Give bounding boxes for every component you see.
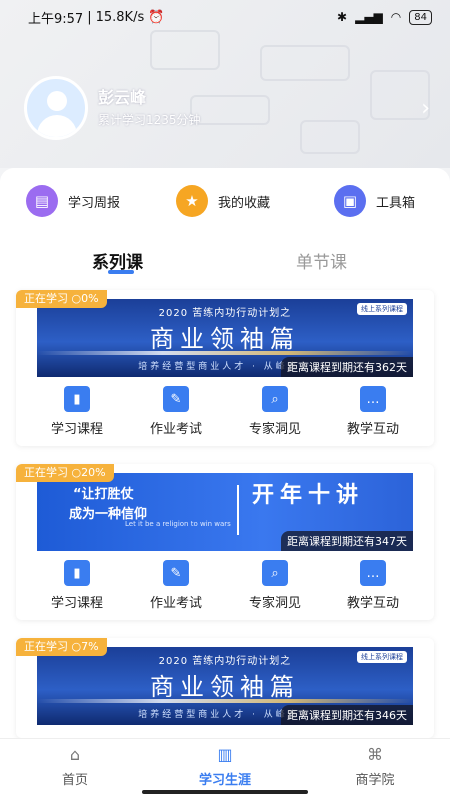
- action-label: 作业考试: [149, 422, 202, 437]
- edit-icon: ✎: [163, 560, 189, 586]
- report-icon: ▤: [26, 185, 58, 217]
- progress-icon: ○: [71, 640, 82, 653]
- action-label: 专家洞见: [248, 596, 301, 611]
- action-label: 专家洞见: [248, 422, 301, 437]
- avatar-body: [37, 115, 77, 137]
- alarm-icon: ⏰: [148, 9, 165, 25]
- chat-icon: …: [360, 386, 386, 412]
- action-label: 教学互动: [346, 422, 399, 437]
- expert-insight-button[interactable]: ⌕ 专家洞见: [230, 560, 320, 611]
- star-icon: ★: [176, 185, 208, 217]
- progress-icon: ○: [71, 466, 82, 479]
- badge-progress: 20%: [81, 466, 106, 479]
- book-icon: ▮: [64, 560, 90, 586]
- banner-light-streak: [37, 699, 413, 703]
- expiry-label: 距离课程到期还有346天: [281, 705, 413, 725]
- toolbox-label: 工具箱: [376, 195, 416, 211]
- teaching-interaction-button[interactable]: … 教学互动: [328, 386, 418, 437]
- avatar[interactable]: [24, 76, 88, 140]
- action-label: 作业考试: [149, 596, 202, 611]
- banner-headline: 商业领袖篇: [150, 325, 300, 353]
- quick-actions: ▤ 学习周报 ★ 我的收藏 ▣ 工具箱: [0, 185, 450, 221]
- banner-slogan-english: Let it be a religion to win wars: [125, 520, 231, 528]
- nav-home[interactable]: ⌂ 首页: [30, 745, 120, 788]
- nav-label: 商学院: [355, 773, 395, 788]
- expert-insight-button[interactable]: ⌕ 专家洞见: [230, 386, 320, 437]
- study-course-button[interactable]: ▮ 学习课程: [32, 560, 122, 611]
- expiry-label: 距离课程到期还有347天: [281, 531, 413, 551]
- search-doc-icon: ⌕: [262, 386, 288, 412]
- decor-shape: [260, 45, 350, 81]
- banner-headline: 开年十讲: [252, 483, 365, 508]
- book-icon: ▮: [64, 386, 90, 412]
- avatar-head: [47, 91, 67, 111]
- progress-icon: ○: [71, 292, 82, 305]
- toolbox-icon: ▣: [334, 185, 366, 217]
- weekly-report-button[interactable]: ▤ 学习周报: [26, 185, 120, 217]
- action-label: 学习课程: [50, 422, 103, 437]
- school-icon: ⌘: [367, 745, 383, 764]
- nav-business-school[interactable]: ⌘ 商学院: [330, 745, 420, 788]
- user-name[interactable]: 彭云峰: [98, 84, 146, 108]
- banner-divider: [237, 485, 239, 535]
- action-label: 学习课程: [50, 596, 103, 611]
- decor-shape: [150, 30, 220, 70]
- study-course-button[interactable]: ▮ 学习课程: [32, 386, 122, 437]
- badge-label: 正在学习: [24, 640, 68, 653]
- expiry-label: 距离课程到期还有362天: [281, 357, 413, 377]
- home-indicator[interactable]: [142, 790, 308, 794]
- course-card[interactable]: 正在学习 ○7% 线上系列课程 2020 苦练内功行动计划之 商业领袖篇 培养经…: [16, 638, 434, 738]
- weekly-report-label: 学习周报: [68, 195, 121, 211]
- badge-label: 正在学习: [24, 292, 68, 305]
- status-separator: |: [87, 9, 92, 25]
- status-time: 上午9:57: [28, 11, 84, 27]
- bluetooth-icon: ✱: [337, 10, 348, 24]
- signal-icon: ▂▄▆: [355, 10, 383, 24]
- homework-exam-button[interactable]: ✎ 作业考试: [131, 560, 221, 611]
- edit-icon: ✎: [163, 386, 189, 412]
- course-card[interactable]: 正在学习 ○0% 线上系列课程 2020 苦练内功行动计划之 商业领袖篇 培养经…: [16, 290, 434, 446]
- homework-exam-button[interactable]: ✎ 作业考试: [131, 386, 221, 437]
- course-tabs: 系列课 单节课: [0, 248, 450, 278]
- favorites-button[interactable]: ★ 我的收藏: [176, 185, 270, 217]
- tab-single-course[interactable]: 单节课: [296, 248, 347, 273]
- banner-headline: 商业领袖篇: [150, 673, 300, 701]
- teaching-interaction-button[interactable]: … 教学互动: [328, 560, 418, 611]
- chevron-right-icon[interactable]: ›: [421, 96, 430, 121]
- battery-indicator: 84: [409, 9, 432, 25]
- nav-label: 首页: [61, 773, 88, 788]
- banner-light-streak: [37, 351, 413, 355]
- nav-study-career[interactable]: ▥ 学习生涯: [180, 745, 270, 788]
- course-banner[interactable]: 线上系列课程 2020 苦练内功行动计划之 商业领袖篇 培养经营型商业人才 · …: [37, 299, 413, 377]
- status-bar: 上午9:57 | 15.8K/s ⏰ ✱ ▂▄▆ ◠ 84: [28, 6, 432, 28]
- decor-shape: [190, 95, 270, 125]
- status-badge: 正在学习 ○7%: [16, 638, 107, 656]
- home-icon: ⌂: [69, 745, 81, 764]
- search-doc-icon: ⌕: [262, 560, 288, 586]
- tab-indicator: [108, 270, 134, 274]
- nav-label: 学习生涯: [198, 773, 251, 788]
- status-badge: 正在学习 ○20%: [16, 464, 114, 482]
- favorites-label: 我的收藏: [218, 195, 271, 211]
- wifi-icon: ◠: [390, 10, 402, 24]
- badge-progress: 7%: [81, 640, 99, 653]
- decor-shape: [300, 120, 360, 154]
- toolbox-button[interactable]: ▣ 工具箱: [334, 185, 415, 217]
- badge-progress: 0%: [81, 292, 99, 305]
- status-badge: 正在学习 ○0%: [16, 290, 107, 308]
- course-actions: ▮ 学习课程 ✎ 作业考试 ⌕ 专家洞见 … 教学互动: [16, 386, 434, 442]
- course-banner[interactable]: 线上系列课程 2020 苦练内功行动计划之 商业领袖篇 培养经营型商业人才 · …: [37, 647, 413, 725]
- status-speed: 15.8K/s: [95, 9, 145, 25]
- chat-icon: …: [360, 560, 386, 586]
- banner-slogan-line1: “让打胜仗: [73, 487, 134, 502]
- study-icon: ▥: [217, 745, 233, 764]
- course-actions: ▮ 学习课程 ✎ 作业考试 ⌕ 专家洞见 … 教学互动: [16, 560, 434, 616]
- user-study-time: 累计学习1235分钟: [98, 113, 201, 127]
- badge-label: 正在学习: [24, 466, 68, 479]
- course-card[interactable]: 正在学习 ○20% “让打胜仗 成为一种信仰 Let it be a relig…: [16, 464, 434, 620]
- course-banner[interactable]: “让打胜仗 成为一种信仰 Let it be a religion to win…: [37, 473, 413, 551]
- action-label: 教学互动: [346, 596, 399, 611]
